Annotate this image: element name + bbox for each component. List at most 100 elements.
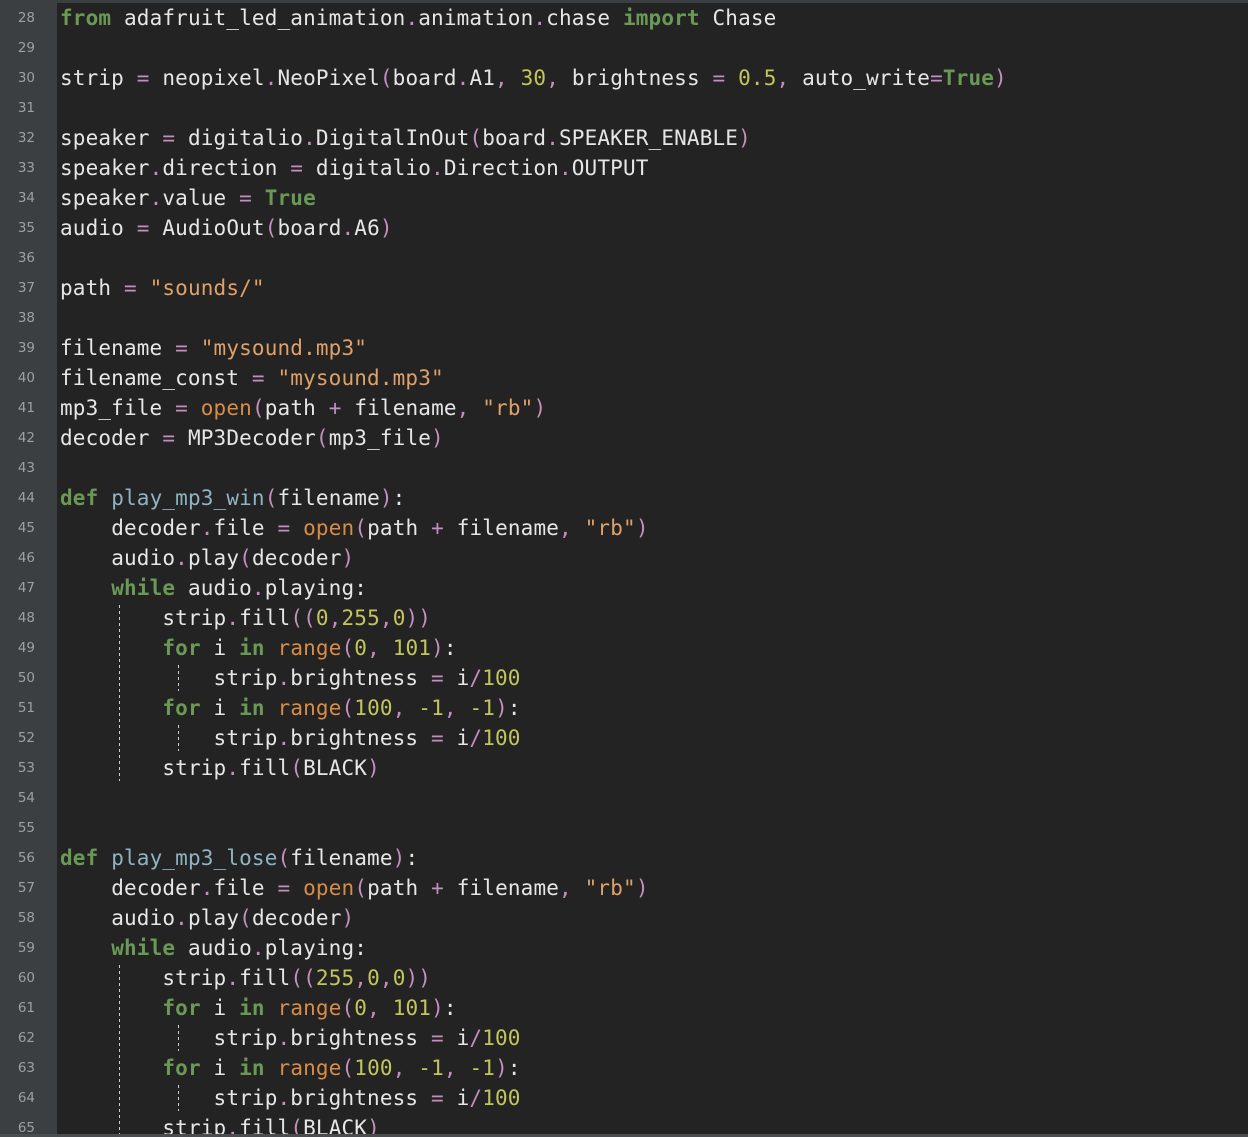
code-token-pn: ( — [239, 906, 252, 930]
code-line[interactable]: for i in range(100, -1, -1): — [57, 693, 1248, 723]
code-token-op: . — [226, 606, 240, 630]
code-line[interactable] — [57, 33, 1248, 63]
code-token-pn: ) — [379, 216, 393, 240]
code-token-id: Direction — [443, 156, 559, 180]
code-line[interactable] — [57, 93, 1248, 123]
code-line[interactable]: speaker.value = True — [57, 183, 1248, 213]
line-number: 42 — [17, 430, 35, 446]
code-token-kw: in — [239, 1056, 265, 1080]
code-token-id: play — [187, 546, 240, 570]
code-line[interactable] — [57, 813, 1248, 843]
code-line[interactable]: for i in range(100, -1, -1): — [57, 1053, 1248, 1083]
code-token-id — [508, 66, 521, 90]
line-number: 61 — [17, 1000, 35, 1016]
code-token-id: path — [367, 876, 419, 900]
code-editor[interactable]: 28 29 30 31 32 33 34 35 36 37 38 39 40 41 42 43 44 45 46 47… — [0, 0, 1248, 1137]
code-line[interactable] — [57, 303, 1248, 333]
code-line[interactable]: audio.play(decoder) — [57, 903, 1248, 933]
code-line[interactable]: strip.fill((255,0,0)) — [57, 963, 1248, 993]
code-token-id — [111, 6, 124, 30]
code-line[interactable]: strip.brightness = i/100 — [57, 1083, 1248, 1113]
code-line[interactable]: strip = neopixel.NeoPixel(board.A1, 30, … — [57, 63, 1248, 93]
code-token-id — [60, 1086, 214, 1110]
code-token-pn: ) — [533, 396, 547, 420]
code-token-op: , — [379, 966, 393, 990]
code-token-num: 30 — [520, 66, 547, 90]
code-token-id: brightness — [290, 1086, 419, 1110]
code-token-pn: ) — [379, 486, 393, 510]
code-token-kw: in — [239, 636, 265, 660]
code-token-op: . — [226, 966, 240, 990]
code-line[interactable] — [57, 783, 1248, 813]
code-line[interactable]: decoder.file = open(path + filename, "rb… — [57, 513, 1248, 543]
line-number: 39 — [17, 340, 35, 356]
code-token-id: filename — [277, 486, 380, 510]
code-token-pn: ( — [251, 396, 265, 420]
code-token-op: + — [431, 516, 444, 540]
code-line[interactable]: decoder.file = open(path + filename, "rb… — [57, 873, 1248, 903]
code-token-id: audio — [111, 546, 176, 570]
code-line[interactable]: while audio.playing: — [57, 573, 1248, 603]
line-number-gutter[interactable]: 28 29 30 31 32 33 34 35 36 37 38 39 40 41 42 43 44 45 46 47… — [0, 3, 57, 1134]
code-line[interactable]: for i in range(0, 101): — [57, 993, 1248, 1023]
code-token-id — [418, 726, 431, 750]
code-line[interactable]: audio.play(decoder) — [57, 543, 1248, 573]
code-line-list: from adafruit_led_animation.animation.ch… — [57, 3, 1248, 1134]
code-line[interactable]: strip.brightness = i/100 — [57, 1023, 1248, 1053]
code-token-id: filename — [354, 396, 457, 420]
code-token-id: i — [456, 1086, 470, 1110]
line-number: 63 — [17, 1060, 35, 1076]
code-line[interactable]: def play_mp3_win(filename): — [57, 483, 1248, 513]
code-content-area[interactable]: from adafruit_led_animation.animation.ch… — [57, 3, 1248, 1134]
code-token-id — [290, 876, 303, 900]
code-token-id: speaker — [60, 126, 150, 150]
line-number: 46 — [17, 550, 35, 566]
code-token-id — [150, 126, 163, 150]
code-line[interactable] — [57, 453, 1248, 483]
code-line[interactable]: decoder = MP3Decoder(mp3_file) — [57, 423, 1248, 453]
code-line[interactable]: filename = "mysound.mp3" — [57, 333, 1248, 363]
code-token-num: -1 — [469, 696, 496, 720]
code-line[interactable]: speaker = digitalio.DigitalInOut(board.S… — [57, 123, 1248, 153]
code-token-id: brightness — [290, 666, 419, 690]
code-token-id — [418, 876, 431, 900]
code-line[interactable]: strip.fill(BLACK) — [57, 753, 1248, 783]
code-token-id: i — [456, 1026, 470, 1050]
code-line[interactable]: def play_mp3_lose(filename): — [57, 843, 1248, 873]
code-line[interactable]: for i in range(0, 101): — [57, 633, 1248, 663]
code-token-id — [444, 1026, 457, 1050]
code-line[interactable]: path = "sounds/" — [57, 273, 1248, 303]
code-token-pn: ) — [431, 996, 444, 1020]
line-number: 43 — [17, 460, 35, 476]
code-line[interactable]: from adafruit_led_animation.animation.ch… — [57, 3, 1248, 33]
code-line[interactable]: speaker.direction = digitalio.Direction.… — [57, 153, 1248, 183]
code-token-id — [265, 366, 278, 390]
code-line[interactable]: strip.brightness = i/100 — [57, 663, 1248, 693]
code-token-op: , — [354, 966, 368, 990]
code-token-op: = — [162, 426, 176, 450]
code-token-id: path — [60, 276, 112, 300]
code-token-pn: ) — [392, 846, 406, 870]
code-token-id: i — [456, 666, 470, 690]
code-token-pn: )) — [405, 606, 432, 630]
code-line[interactable]: filename_const = "mysound.mp3" — [57, 363, 1248, 393]
code-token-str: "rb" — [584, 516, 636, 540]
code-line[interactable]: strip.brightness = i/100 — [57, 723, 1248, 753]
code-token-id — [226, 696, 239, 720]
code-line[interactable]: strip.fill((0,255,0)) — [57, 603, 1248, 633]
code-token-id — [418, 516, 431, 540]
code-line[interactable]: strip.fill(BLACK) — [57, 1113, 1248, 1134]
code-token-id — [150, 66, 163, 90]
code-token-num: 255 — [341, 606, 380, 630]
code-line[interactable]: while audio.playing: — [57, 933, 1248, 963]
code-token-pn: ) — [367, 1116, 380, 1134]
code-line[interactable] — [57, 243, 1248, 273]
code-token-id: Chase — [712, 6, 777, 30]
code-line[interactable]: audio = AudioOut(board.A6) — [57, 213, 1248, 243]
code-token-op: = — [712, 66, 726, 90]
code-token-bi: open — [303, 516, 355, 540]
code-line[interactable]: mp3_file = open(path + filename, "rb") — [57, 393, 1248, 423]
code-token-id: speaker — [60, 186, 150, 210]
code-token-id: : — [443, 996, 457, 1020]
code-token-id: i — [213, 996, 227, 1020]
